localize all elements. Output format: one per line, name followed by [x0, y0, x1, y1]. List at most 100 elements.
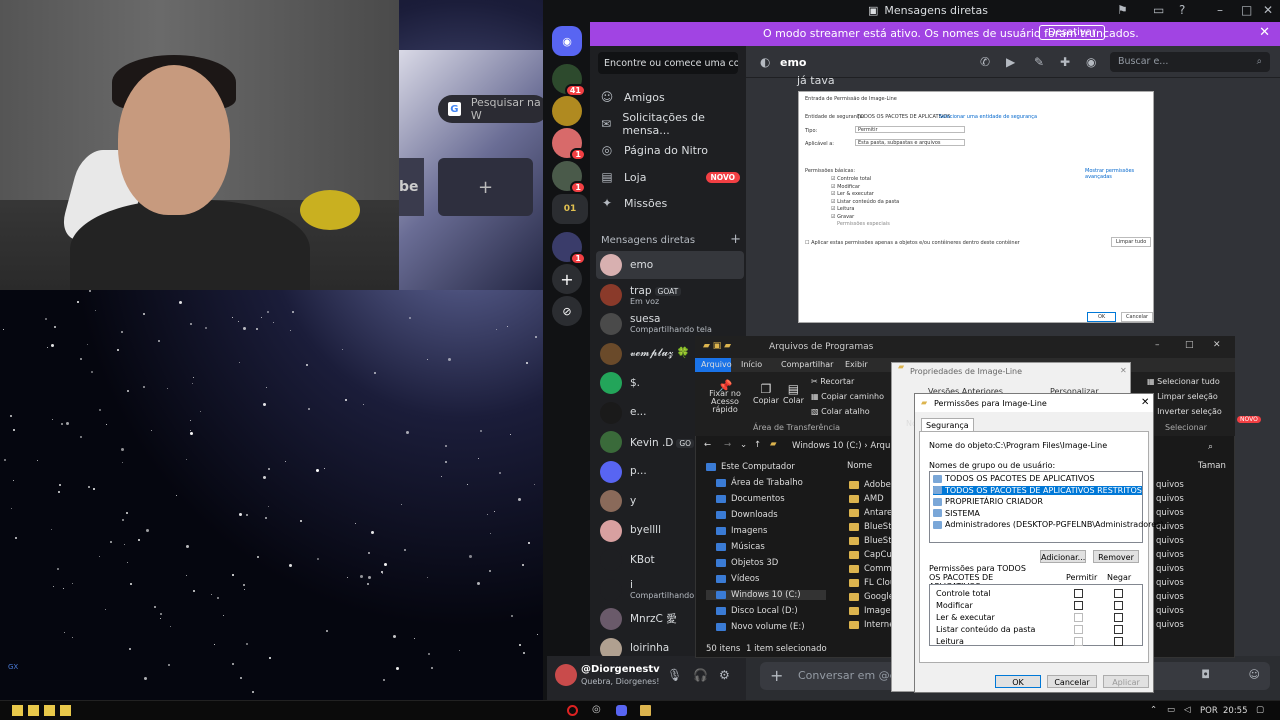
nav-quests[interactable]: ✦ Missões: [600, 191, 740, 215]
select-all-button[interactable]: ▦ Selecionar tudo: [1147, 377, 1220, 386]
tab-compartilhar[interactable]: Compartilhar: [781, 360, 833, 369]
file-row[interactable]: Google: [849, 592, 894, 602]
create-dm-icon[interactable]: +: [730, 232, 741, 247]
nav-shop[interactable]: ▤ Loja NOVO: [600, 165, 740, 189]
tree-item[interactable]: Este Computador: [706, 462, 795, 472]
add-shortcut-tile[interactable]: +: [438, 158, 533, 216]
tree-item[interactable]: Downloads: [716, 510, 778, 520]
taskbar-note-icon[interactable]: [44, 705, 55, 716]
embedded-screenshot[interactable]: Entrada de Permissão de Image-Line Entid…: [798, 91, 1154, 323]
maximize-icon[interactable]: □: [1241, 3, 1252, 17]
clear-selection-button[interactable]: ▢ Limpar seleção: [1147, 392, 1218, 401]
minimize-icon[interactable]: –: [1217, 3, 1223, 17]
group-item[interactable]: PROPRIETÁRIO CRIADOR: [933, 497, 1043, 506]
deny-checkbox[interactable]: [1114, 625, 1123, 634]
file-row[interactable]: Adobe: [849, 480, 891, 490]
tree-item[interactable]: Novo volume (E:): [716, 622, 805, 632]
deny-checkbox[interactable]: [1114, 637, 1123, 646]
avatar[interactable]: [555, 664, 577, 686]
server-folder[interactable]: 01: [552, 194, 588, 224]
inbox-icon[interactable]: ⚑: [1117, 3, 1128, 17]
chevron-up-icon[interactable]: ⌃: [1150, 705, 1157, 715]
group-item[interactable]: Administradores (DESKTOP-PGFELNB\Adminis…: [933, 520, 1164, 529]
chat-search-input[interactable]: Buscar e... ⌕: [1110, 52, 1270, 72]
dm-item[interactable]: suesa Compartilhando tela: [596, 310, 744, 338]
minimize-icon[interactable]: –: [1155, 340, 1160, 350]
group-item[interactable]: TODOS OS PACOTES DE APLICATIVOS: [933, 474, 1095, 483]
maximize-icon[interactable]: □: [1185, 340, 1194, 350]
language-indicator[interactable]: POR: [1200, 706, 1218, 716]
find-conversation-input[interactable]: Encontre ou comece uma conv...: [598, 52, 738, 74]
add-button[interactable]: Adicionar...: [1040, 550, 1086, 563]
remove-button[interactable]: Remover: [1093, 550, 1139, 563]
deny-checkbox[interactable]: [1114, 589, 1123, 598]
network-icon[interactable]: ▭: [1167, 705, 1175, 715]
opera-icon[interactable]: [567, 705, 578, 716]
taskbar-note-icon[interactable]: [60, 705, 71, 716]
explorer-taskbar-icon[interactable]: [640, 705, 651, 716]
allow-checkbox[interactable]: [1074, 625, 1083, 634]
groups-listbox[interactable]: TODOS OS PACOTES DE APLICATIVOS TODOS OS …: [929, 471, 1164, 543]
add-friend-icon[interactable]: ✚: [1060, 55, 1070, 69]
server-icon[interactable]: [552, 96, 582, 126]
allow-checkbox[interactable]: [1074, 637, 1083, 646]
apply-button[interactable]: Aplicar: [1103, 675, 1149, 688]
video-icon[interactable]: ▶: [1006, 55, 1015, 69]
back-arrow-icon[interactable]: ←: [704, 440, 711, 450]
clock[interactable]: 20:55: [1223, 706, 1248, 716]
allow-checkbox[interactable]: [1074, 613, 1083, 622]
allow-checkbox[interactable]: [1074, 601, 1083, 610]
group-item[interactable]: SISTEMA: [933, 509, 980, 518]
name-column-header[interactable]: Nome: [847, 461, 872, 471]
settings-gear-icon[interactable]: ⚙: [719, 668, 730, 682]
tab-inicio[interactable]: Início: [741, 360, 762, 369]
dm-item[interactable]: emo: [596, 251, 744, 279]
server-icon[interactable]: 1: [552, 161, 586, 194]
file-row[interactable]: CapCut: [849, 550, 895, 560]
obs-icon[interactable]: ◎: [592, 704, 603, 715]
emoji-icon[interactable]: ☺: [1249, 668, 1260, 681]
dm-item[interactable]: trap GOAT Em voz: [596, 281, 744, 309]
copy-button[interactable]: ❐ Copiar: [753, 382, 779, 405]
invert-selection-button[interactable]: ▣ Inverter seleção: [1147, 407, 1222, 416]
close-icon[interactable]: ✕: [1141, 397, 1149, 408]
profile-icon[interactable]: ◉: [1086, 55, 1096, 69]
file-row[interactable]: Commo: [849, 564, 897, 574]
headphones-icon[interactable]: 🎧: [693, 668, 708, 682]
pin-icon[interactable]: ✎: [1034, 55, 1044, 69]
disable-streamer-button[interactable]: Desativar: [1039, 25, 1106, 40]
tree-item[interactable]: Área de Trabalho: [716, 478, 803, 488]
up-arrow-icon[interactable]: ↑: [754, 440, 761, 450]
nav-nitro[interactable]: ◎ Página do Nitro: [600, 138, 740, 162]
group-item[interactable]: TODOS OS PACOTES DE APLICATIVOS RESTRITO…: [933, 485, 1142, 495]
tree-item[interactable]: Imagens: [716, 526, 767, 536]
tree-item[interactable]: Vídeos: [716, 574, 759, 584]
paste-button[interactable]: ▤ Colar: [783, 382, 804, 405]
file-row[interactable]: AMD: [849, 494, 884, 504]
notification-icon[interactable]: ▢: [1256, 705, 1264, 715]
allow-checkbox[interactable]: [1074, 589, 1083, 598]
copy-path-button[interactable]: ▦ Copiar caminho: [811, 392, 884, 401]
add-server-icon[interactable]: +: [552, 264, 582, 294]
tab-arquivo[interactable]: Arquivo: [695, 358, 732, 372]
gift-icon[interactable]: ◘: [1201, 668, 1210, 681]
file-row[interactable]: Antares: [849, 508, 897, 518]
discord-home-icon[interactable]: ◉: [552, 26, 582, 56]
tree-item[interactable]: Documentos: [716, 494, 785, 504]
close-icon[interactable]: ✕: [1263, 3, 1273, 17]
attach-plus-icon[interactable]: +: [770, 666, 783, 685]
server-icon[interactable]: 1: [552, 232, 586, 265]
tree-item[interactable]: Músicas: [716, 542, 765, 552]
taskbar-note-icon[interactable]: [28, 705, 39, 716]
explore-icon[interactable]: ⊘: [552, 296, 582, 326]
paste-shortcut-button[interactable]: ▧ Colar atalho: [811, 407, 870, 416]
close-banner-icon[interactable]: ✕: [1259, 25, 1270, 40]
tab-exibir[interactable]: Exibir: [845, 360, 868, 369]
google-search-box[interactable]: G Pesquisar na W: [438, 95, 548, 123]
forward-arrow-icon[interactable]: →: [724, 440, 731, 450]
tree-item[interactable]: Disco Local (D:): [716, 606, 798, 616]
size-column-header[interactable]: Taman: [1198, 461, 1226, 471]
server-icon[interactable]: 41: [552, 64, 586, 97]
server-icon[interactable]: 1: [552, 128, 586, 161]
ok-button[interactable]: OK: [995, 675, 1041, 688]
